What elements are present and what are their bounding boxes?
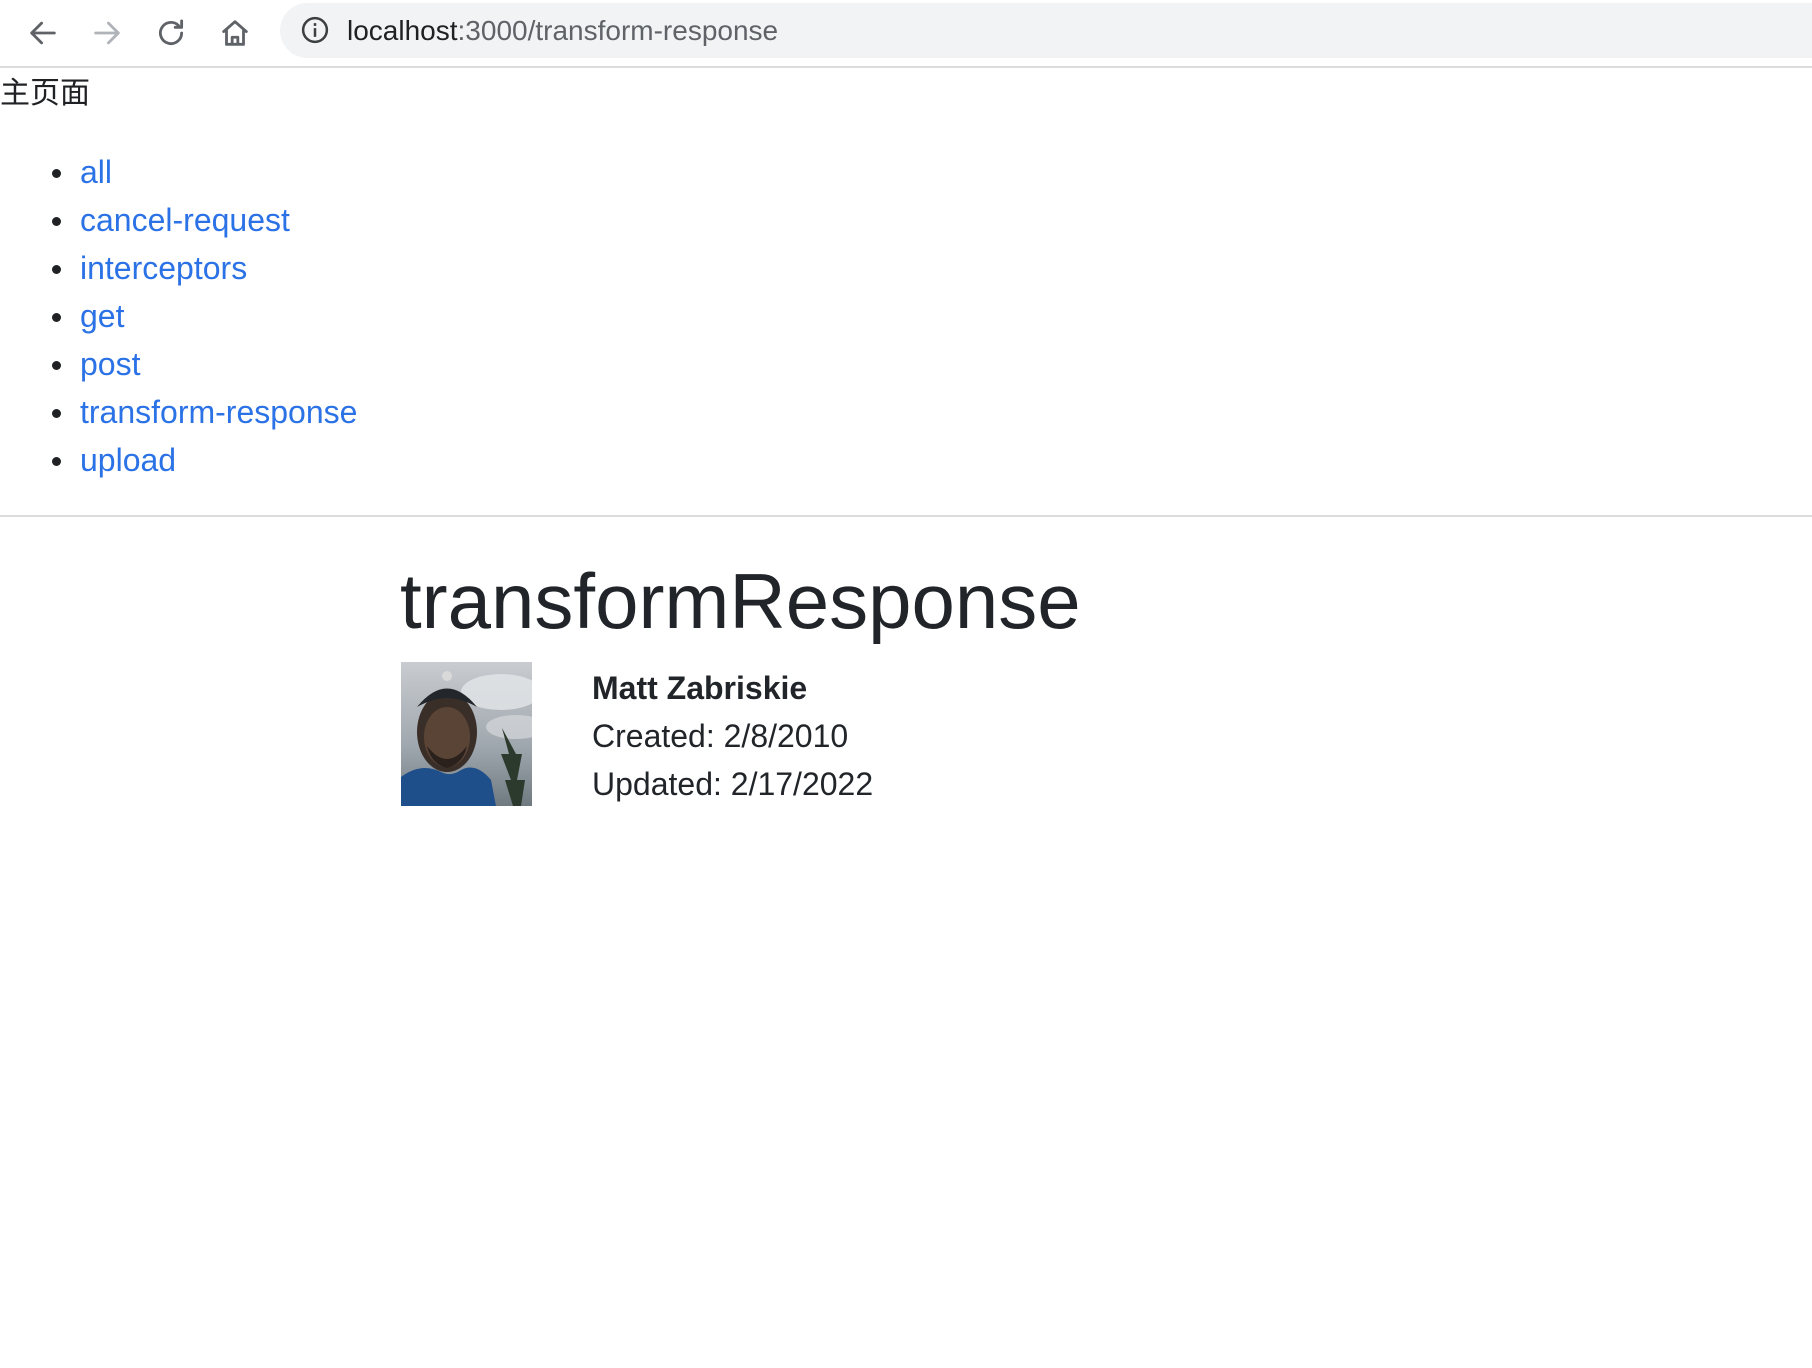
url-text[interactable]: localhost:3000/transform-response [347, 15, 778, 47]
list-item: all [0, 152, 357, 200]
list-item: cancel-request [0, 200, 357, 248]
back-button[interactable] [18, 8, 68, 58]
home-button[interactable] [210, 8, 260, 58]
list-item: interceptors [0, 248, 357, 296]
url-path: :3000/transform-response [457, 15, 779, 46]
nav-link-upload[interactable]: upload [80, 442, 176, 478]
reload-button[interactable] [146, 8, 196, 58]
home-icon [222, 20, 248, 46]
list-item: upload [0, 440, 357, 488]
avatar [401, 662, 532, 806]
list-item: post [0, 344, 357, 392]
list-item: transform-response [0, 392, 357, 440]
nav-link-post[interactable]: post [80, 346, 140, 382]
arrow-right-icon [94, 21, 120, 45]
home-page-label[interactable]: 主页面 [0, 74, 90, 114]
address-bar[interactable]: localhost:3000/transform-response [280, 3, 1812, 58]
info-icon[interactable] [300, 15, 330, 45]
created-date: Created: 2/8/2010 [592, 718, 849, 754]
page-title: transformResponse [400, 557, 1081, 645]
arrow-left-icon [30, 21, 56, 45]
url-host: localhost [347, 15, 458, 46]
reload-icon [159, 19, 184, 46]
nav-link-transform-response[interactable]: transform-response [80, 394, 357, 430]
updated-date: Updated: 2/17/2022 [592, 766, 874, 802]
forward-button[interactable] [82, 8, 132, 58]
nav-link-cancel-request[interactable]: cancel-request [80, 202, 290, 238]
horizontal-rule [0, 515, 1812, 517]
browser-toolbar: localhost:3000/transform-response [0, 0, 1812, 68]
nav-link-list: all cancel-request interceptors get post… [0, 152, 357, 488]
user-name: Matt Zabriskie [592, 670, 808, 706]
nav-link-get[interactable]: get [80, 298, 124, 334]
nav-link-all[interactable]: all [80, 154, 112, 190]
list-item: get [0, 296, 357, 344]
user-info: Matt Zabriskie Created: 2/8/2010 Updated… [592, 664, 873, 808]
nav-link-interceptors[interactable]: interceptors [80, 250, 247, 286]
